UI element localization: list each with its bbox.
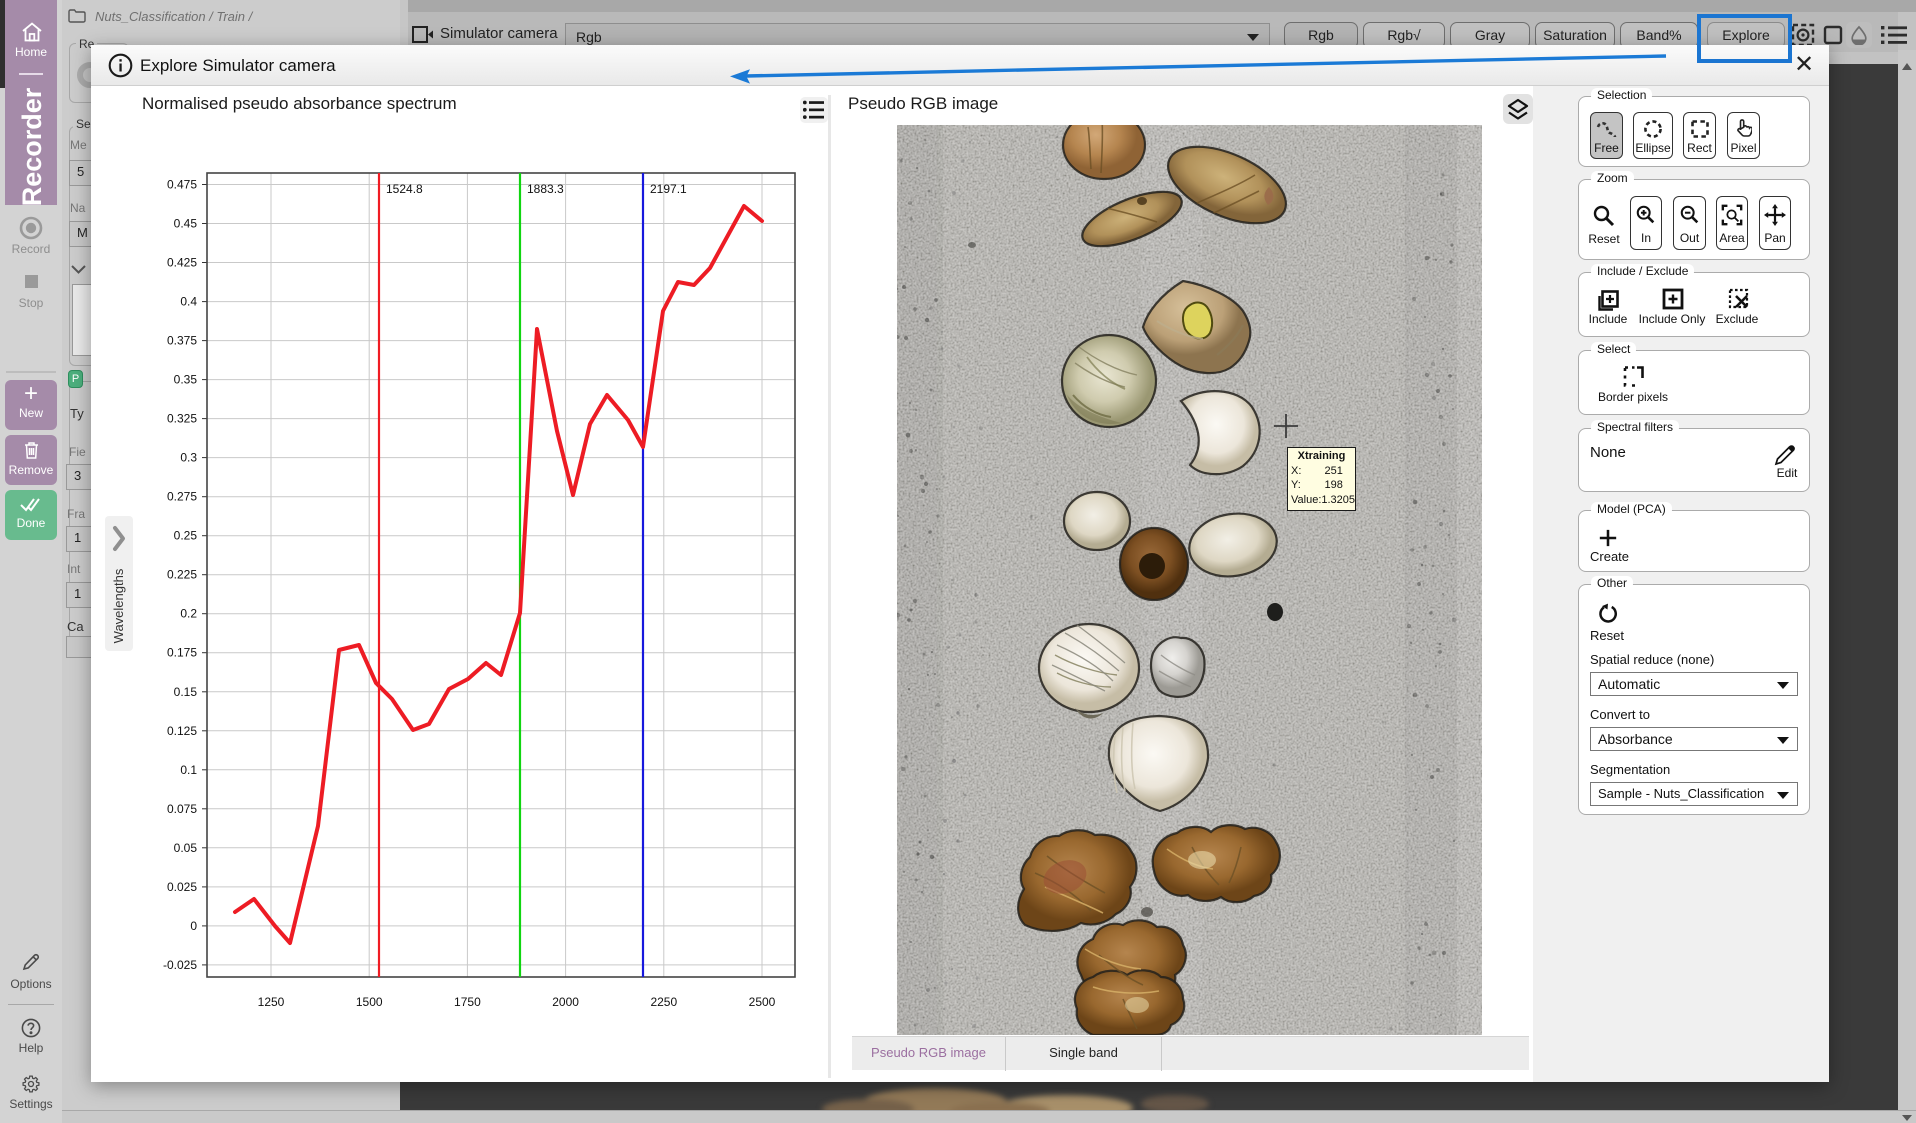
svg-text:2197.1: 2197.1 bbox=[650, 182, 687, 196]
svg-text:0.45: 0.45 bbox=[174, 217, 198, 231]
svg-text:0.25: 0.25 bbox=[174, 529, 198, 543]
svg-text:1524.8: 1524.8 bbox=[386, 182, 423, 196]
svg-text:0.125: 0.125 bbox=[167, 724, 197, 738]
svg-text:0.15: 0.15 bbox=[174, 685, 198, 699]
svg-text:0.3: 0.3 bbox=[180, 451, 197, 465]
svg-text:2000: 2000 bbox=[552, 995, 579, 1009]
svg-text:0.4: 0.4 bbox=[180, 295, 197, 309]
svg-text:0.475: 0.475 bbox=[167, 178, 197, 192]
svg-text:2250: 2250 bbox=[650, 995, 677, 1009]
svg-text:1750: 1750 bbox=[454, 995, 481, 1009]
svg-text:0.075: 0.075 bbox=[167, 802, 197, 816]
svg-text:1250: 1250 bbox=[258, 995, 285, 1009]
svg-text:0.1: 0.1 bbox=[180, 763, 197, 777]
svg-text:0.375: 0.375 bbox=[167, 334, 197, 348]
svg-text:0.325: 0.325 bbox=[167, 412, 197, 426]
svg-text:1883.3: 1883.3 bbox=[527, 182, 564, 196]
svg-text:0.425: 0.425 bbox=[167, 256, 197, 270]
svg-text:0.35: 0.35 bbox=[174, 373, 198, 387]
svg-text:0.175: 0.175 bbox=[167, 646, 197, 660]
svg-text:2500: 2500 bbox=[749, 995, 776, 1009]
svg-text:-0.025: -0.025 bbox=[163, 958, 197, 972]
svg-text:1500: 1500 bbox=[356, 995, 383, 1009]
svg-text:0.2: 0.2 bbox=[180, 607, 197, 621]
svg-text:0.225: 0.225 bbox=[167, 568, 197, 582]
svg-text:0.275: 0.275 bbox=[167, 490, 197, 504]
svg-text:0: 0 bbox=[190, 919, 197, 933]
svg-text:0.05: 0.05 bbox=[174, 841, 198, 855]
svg-text:0.025: 0.025 bbox=[167, 880, 197, 894]
